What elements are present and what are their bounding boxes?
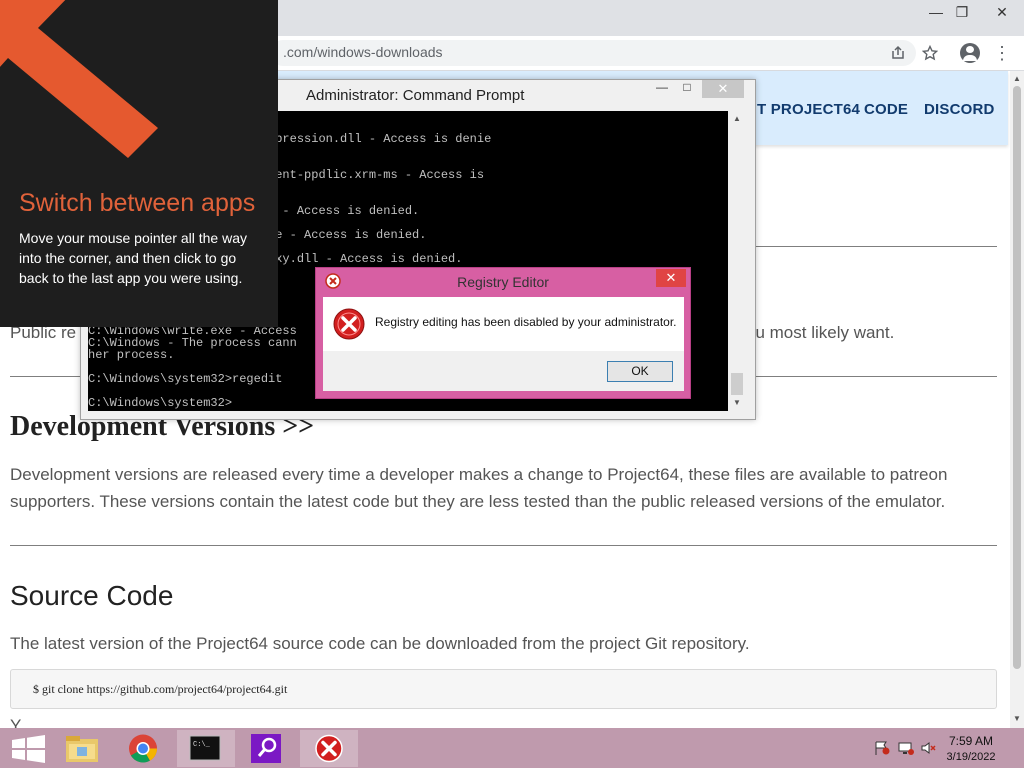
clock-date[interactable]: 3/19/2022 <box>940 751 1002 763</box>
avatar-body <box>963 55 977 61</box>
divider <box>10 545 997 546</box>
registry-dialog-title: Registry Editor <box>457 274 549 290</box>
scroll-thumb[interactable] <box>1013 86 1021 669</box>
command-prompt-taskbar-icon[interactable]: C:\_ <box>177 730 235 767</box>
cmd-scroll-down-icon[interactable]: ▼ <box>731 398 743 407</box>
partial-paragraph-right: ou most likely want. <box>746 323 895 342</box>
cmd-maximize-button[interactable]: □ <box>677 80 697 98</box>
nav-link-project64[interactable]: T PROJECT64 <box>757 101 860 118</box>
partial-paragraph-bottom: Y <box>10 716 22 728</box>
cmd-close-button[interactable]: ✕ <box>702 80 744 98</box>
volume-muted-icon[interactable] <box>920 740 938 756</box>
registry-error-taskbar-icon[interactable] <box>300 730 358 767</box>
nav-link-discord[interactable]: DISCORD <box>924 101 995 118</box>
cmd-scroll-thumb[interactable] <box>731 373 743 395</box>
share-icon[interactable] <box>887 42 909 64</box>
scroll-down-arrow-icon[interactable]: ▼ <box>1010 712 1024 726</box>
registry-error-message: Registry editing has been disabled by yo… <box>375 315 677 329</box>
browser-menu-icon[interactable]: ⋮ <box>991 42 1013 64</box>
cmd-minimize-button[interactable]: — <box>652 80 672 98</box>
svg-text:C:\_: C:\_ <box>193 741 211 749</box>
tip-title: Switch between apps <box>19 189 256 217</box>
corner-arrow-icon <box>0 0 158 158</box>
file-explorer-icon[interactable] <box>55 730 113 767</box>
close-button[interactable]: ✕ <box>984 0 1020 24</box>
cmd-scrollbar[interactable] <box>729 111 745 411</box>
chrome-icon[interactable] <box>114 730 172 767</box>
source-code-heading: Source Code <box>10 580 174 611</box>
restore-button[interactable]: ❐ <box>944 0 980 24</box>
divider <box>754 246 997 247</box>
cmd-scroll-up-icon[interactable]: ▲ <box>731 114 743 123</box>
scroll-up-arrow-icon[interactable]: ▲ <box>1010 72 1024 86</box>
network-icon[interactable] <box>897 740 915 756</box>
cmd-window-title: Administrator: Command Prompt <box>306 87 525 104</box>
ok-button[interactable]: OK <box>607 361 673 382</box>
git-clone-command[interactable]: $ git clone https://github.com/project64… <box>33 682 287 697</box>
search-app-icon[interactable] <box>238 730 296 767</box>
source-code-paragraph: The latest version of the Project64 sour… <box>10 634 750 653</box>
url-text[interactable]: .com/windows-downloads <box>283 44 443 60</box>
tip-body: Move your mouse pointer all the way into… <box>19 230 247 286</box>
clock-time[interactable]: 7:59 AM <box>940 734 1002 748</box>
star-icon[interactable] <box>919 42 941 64</box>
action-center-flag-icon[interactable] <box>873 740 891 756</box>
dev-versions-paragraph: Development versions are released every … <box>10 465 948 511</box>
nav-link-code[interactable]: CODE <box>864 101 908 118</box>
start-button[interactable] <box>0 730 58 767</box>
error-icon <box>333 308 365 340</box>
registry-close-button[interactable]: ✕ <box>656 269 686 287</box>
avatar-head <box>966 46 974 53</box>
